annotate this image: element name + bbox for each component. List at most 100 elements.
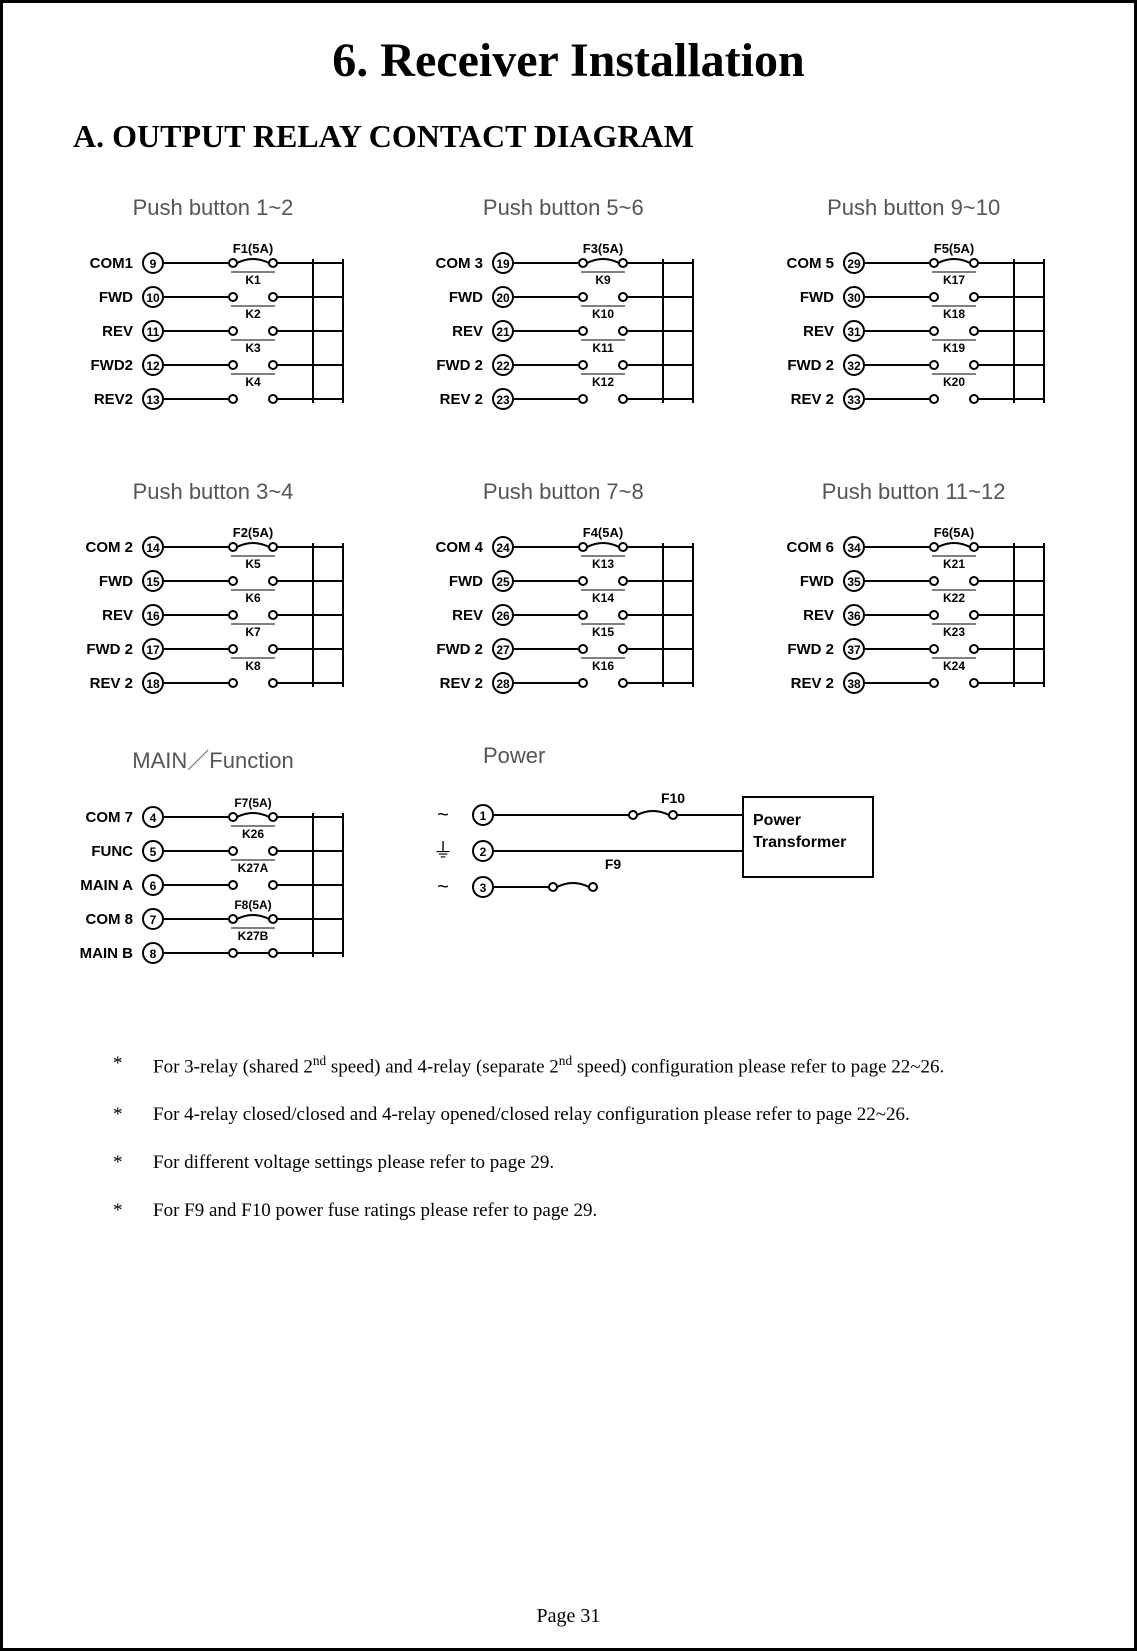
relay-diagram: F2(5A)COM 214K5FWD15K6REV16K7FWD 217K8RE… [63,523,363,723]
row-label: REV [803,323,834,340]
note-item: For 3-relay (shared 2nd speed) and 4-rel… [153,1053,1094,1078]
svg-text:13: 13 [146,393,160,407]
page-footer: Page 31 [3,1605,1134,1628]
row-label: FWD 2 [437,641,484,658]
svg-text:33: 33 [847,393,861,407]
svg-text:37: 37 [847,643,861,657]
svg-text:30: 30 [847,291,861,305]
svg-text:26: 26 [497,609,511,623]
row-label: FWD [449,573,483,590]
svg-text:3: 3 [480,881,487,895]
relay-k-label: K16 [592,659,614,673]
row-label: FWD [99,573,133,590]
svg-text:36: 36 [847,609,861,623]
row-label: FWD 2 [86,641,133,658]
relay-diagram: COM 74F7(5A)K26FUNC5K27AMAIN A6COM 87F8(… [63,793,363,993]
fuse-label: F6(5A) [933,525,973,540]
main-function-block: MAIN／FunctionCOM 74F7(5A)K26FUNC5K27AMAI… [63,743,363,993]
power-block: PowerPowerTransformerF10~1⏚2F9~3 [403,743,883,993]
power-symbol: ~ [437,804,449,826]
row-label: FWD2 [91,357,134,374]
relay-block: Push button 3~4F2(5A)COM 214K5FWD15K6REV… [63,479,363,723]
svg-text:18: 18 [146,677,160,691]
relay-grid: Push button 1~2F1(5A)COM19K1FWD10K2REV11… [43,195,1094,723]
relay-k-label: K19 [943,341,965,355]
relay-k-label: K8 [245,659,261,673]
row-label: FWD [99,289,133,306]
relay-k-label: K15 [592,625,614,639]
svg-text:2: 2 [480,845,487,859]
page: 6. Receiver Installation A. OUTPUT RELAY… [0,0,1137,1651]
relay-block: Push button 5~6F3(5A)COM 319K9FWD20K10RE… [413,195,713,439]
svg-text:1: 1 [480,809,487,823]
svg-text:24: 24 [497,541,511,555]
row-label: COM 3 [436,255,484,272]
block-title: Push button 7~8 [413,479,713,505]
svg-text:11: 11 [147,325,160,339]
block-title: Power [483,743,883,769]
fuse-label: F3(5A) [583,241,623,256]
fuse-label: F5(5A) [933,241,973,256]
svg-text:Transformer: Transformer [753,834,846,851]
relay-block: Push button 7~8 F4(5A) COM 4 24 K13 FWD 25 K14 R… [413,479,713,723]
svg-text:12: 12 [146,359,160,373]
svg-text:31: 31 [847,325,861,339]
svg-text:7: 7 [150,913,157,927]
relay-k-label: K11 [593,341,615,355]
svg-text:16: 16 [146,609,160,623]
relay-k-label: K24 [943,659,965,673]
note-item: For different voltage settings please re… [153,1152,1094,1174]
relay-k-label: K7 [245,625,261,639]
relay-diagram: F6(5A)COM 634K21FWD35K22REV36K23FWD 237K… [764,523,1064,723]
relay-k-label: K14 [592,591,614,605]
row-label: REV [452,323,483,340]
svg-text:9: 9 [150,257,157,271]
notes-list: For 3-relay (shared 2nd speed) and 4-rel… [113,1053,1094,1222]
svg-text:F10: F10 [661,790,685,806]
relay-k-label: K5 [245,557,261,571]
svg-text:F9: F9 [605,856,622,872]
svg-text:4: 4 [150,811,157,825]
row-label: COM 5 [786,255,834,272]
relay-diagram: F3(5A)COM 319K9FWD20K10REV21K11FWD 222K1… [413,239,713,439]
svg-text:28: 28 [497,677,511,691]
row-label: REV [102,607,133,624]
row-label: REV [803,607,834,624]
section-heading: A. OUTPUT RELAY CONTACT DIAGRAM [73,118,1094,155]
svg-text:19: 19 [497,257,511,271]
relay-block: Push button 1~2F1(5A)COM19K1FWD10K2REV11… [63,195,363,439]
row-label: REV [452,607,483,624]
relay-k-label: K22 [943,591,965,605]
relay-k-label: K21 [943,557,965,571]
svg-text:25: 25 [497,575,511,589]
relay-k-label: K10 [592,307,614,321]
relay-k-label: K27B [238,929,269,943]
relay-k-label: K12 [592,375,614,389]
row-label: REV 2 [790,675,833,692]
block-title: MAIN／Function [63,743,363,775]
row-label: REV 2 [90,675,133,692]
power-symbol: ⏚ [433,840,453,862]
row-label: REV2 [94,391,133,408]
fuse-label: F4(5A) [583,525,623,540]
row-label: COM 7 [85,809,133,826]
relay-diagram: F1(5A)COM19K1FWD10K2REV11K3FWD212K4REV21… [63,239,363,439]
svg-text:F7(5A): F7(5A) [234,796,271,810]
svg-text:Power: Power [753,812,801,829]
svg-text:10: 10 [146,291,160,305]
relay-k-label: K13 [592,557,614,571]
relay-k-label: K6 [245,591,261,605]
relay-k-label: K4 [245,375,261,389]
chapter-title: 6. Receiver Installation [43,33,1094,88]
svg-text:8: 8 [150,947,157,961]
relay-k-label: K20 [943,375,965,389]
row-label: REV 2 [440,391,483,408]
row-label: COM 4 [436,539,484,556]
relay-k-label: K1 [245,273,261,287]
relay-k-label: K2 [245,307,261,321]
block-title: Push button 9~10 [764,195,1064,221]
fuse-label: F2(5A) [233,525,273,540]
relay-k-label: K27A [238,861,269,875]
row-label: COM 6 [786,539,834,556]
block-title: Push button 3~4 [63,479,363,505]
